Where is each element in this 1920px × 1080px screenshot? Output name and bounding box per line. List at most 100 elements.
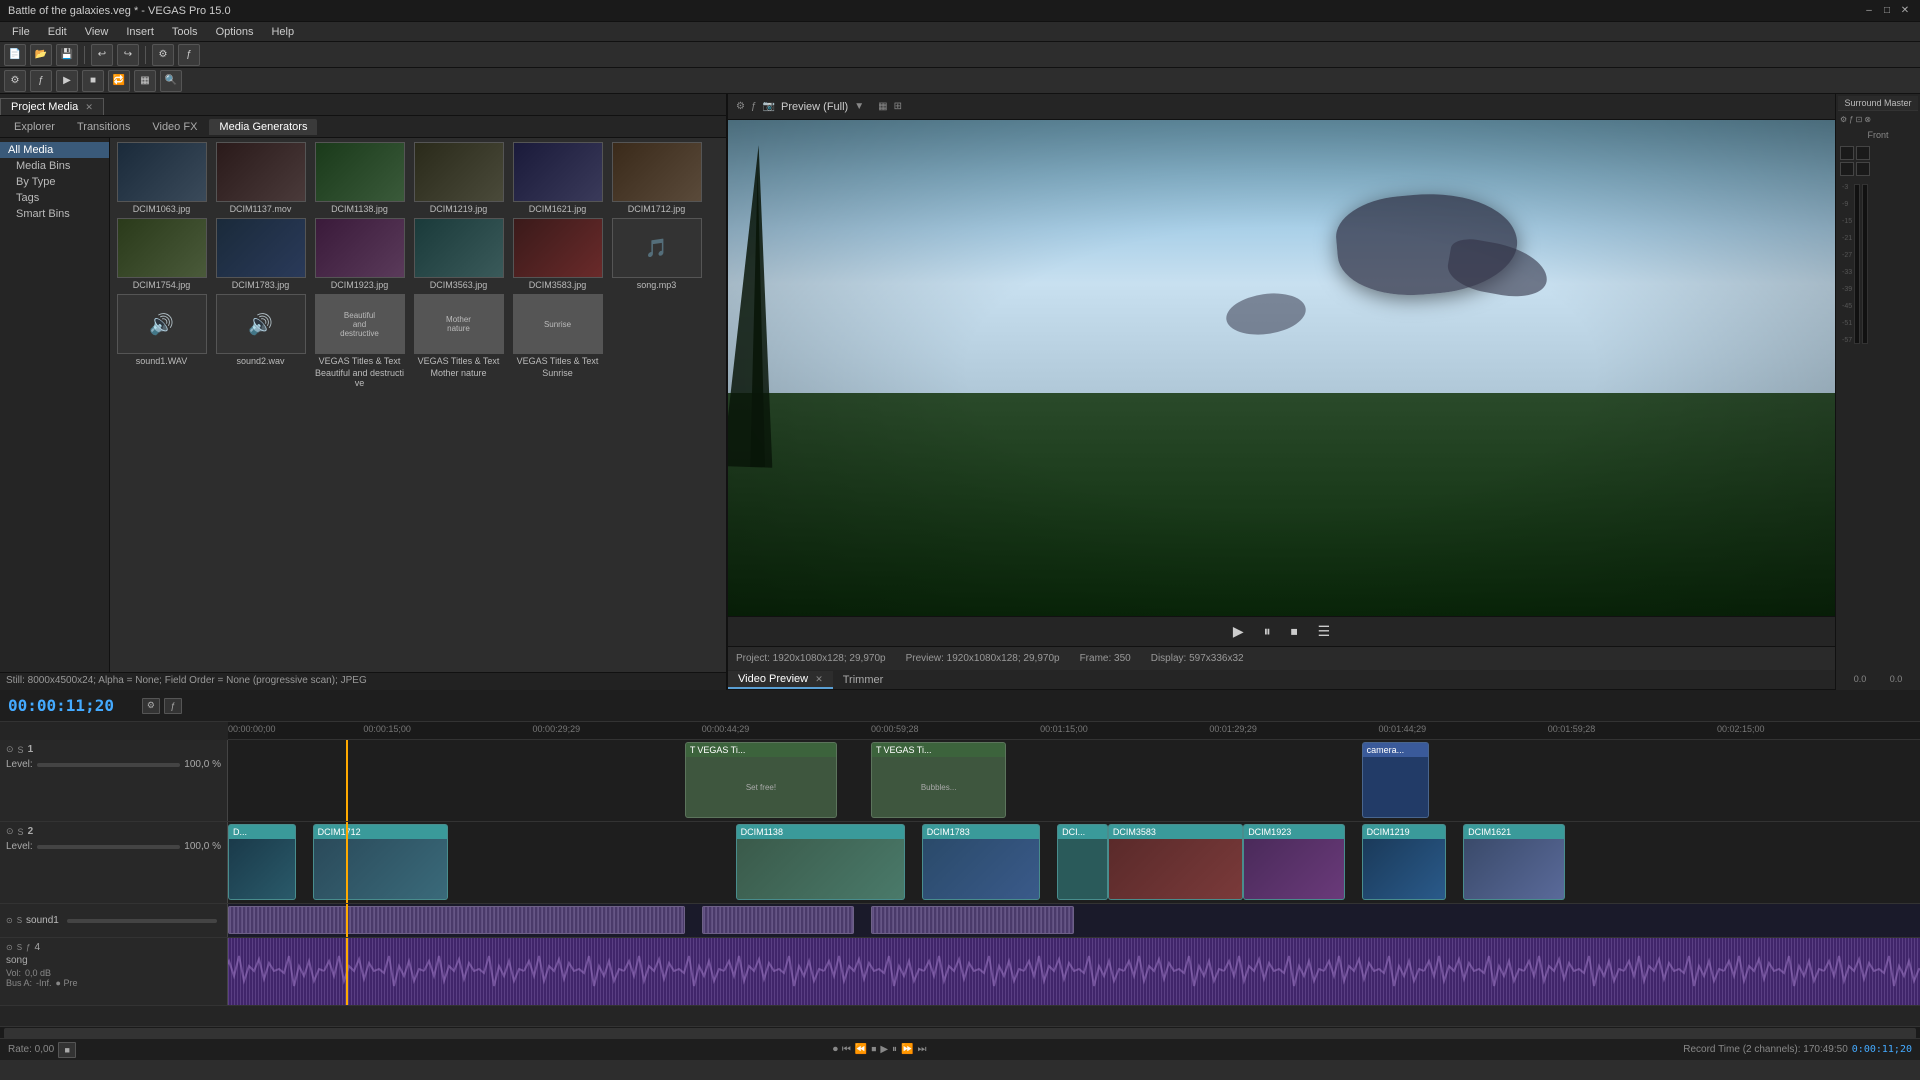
song-solo-icon[interactable]: S: [17, 943, 22, 952]
save-button[interactable]: 💾: [56, 44, 78, 66]
tl-settings[interactable]: ⚙: [142, 698, 160, 714]
preview-fx-icon[interactable]: ƒ: [751, 101, 757, 112]
tree-all-media[interactable]: All Media: [0, 142, 109, 158]
preview-tab-close[interactable]: ✕: [815, 674, 823, 684]
transport-rw[interactable]: ⏪: [855, 1044, 867, 1055]
restore-button[interactable]: □: [1880, 4, 1894, 18]
new-button[interactable]: 📄: [4, 44, 26, 66]
tb2-grid[interactable]: ▦: [134, 70, 156, 92]
tree-smart-bins[interactable]: Smart Bins: [0, 206, 109, 222]
play-button[interactable]: ▶: [1227, 621, 1250, 642]
tree-tags[interactable]: Tags: [0, 190, 109, 206]
transport-next[interactable]: ⏭: [918, 1044, 927, 1055]
media-item[interactable]: DCIM3563.jpg: [411, 218, 506, 290]
clip-text-1[interactable]: T VEGAS Ti... Set free!: [685, 742, 837, 818]
close-button[interactable]: ✕: [1898, 4, 1912, 18]
tab-video-fx[interactable]: Video FX: [142, 119, 207, 135]
song-mute-icon[interactable]: ⊙: [6, 943, 13, 952]
media-item[interactable]: DCIM1219.jpg: [411, 142, 506, 214]
preview-dropdown-icon[interactable]: ▼: [854, 101, 864, 112]
menu-help[interactable]: Help: [263, 24, 302, 40]
undo-button[interactable]: ↩: [91, 44, 113, 66]
tab-close-icon[interactable]: ✕: [85, 102, 93, 112]
media-item[interactable]: DCIM1063.jpg: [114, 142, 209, 214]
clip-dcim1621[interactable]: DCIM1621: [1463, 824, 1565, 900]
track-1-solo[interactable]: S: [18, 745, 24, 755]
transport-play[interactable]: ▶: [880, 1044, 888, 1055]
audio-solo-icon[interactable]: S: [17, 916, 22, 925]
media-item[interactable]: DCIM1712.jpg: [609, 142, 704, 214]
track-2-solo[interactable]: S: [18, 827, 24, 837]
audio-clip-1[interactable]: [228, 906, 685, 934]
transport-record[interactable]: ⏺: [833, 1044, 838, 1055]
media-item[interactable]: 🎵 song.mp3: [609, 218, 704, 290]
clip-dcim-d[interactable]: D...: [228, 824, 296, 900]
level-slider[interactable]: [37, 763, 181, 767]
gear-icon[interactable]: ⚙: [1840, 115, 1847, 124]
tb2-settings[interactable]: ⚙: [4, 70, 26, 92]
menu-tools[interactable]: Tools: [164, 24, 206, 40]
properties-button[interactable]: ƒ: [178, 44, 200, 66]
media-item-text-template[interactable]: Sunrise VEGAS Titles & Text Sunrise: [510, 294, 605, 388]
media-item[interactable]: DCIM1754.jpg: [114, 218, 209, 290]
menu-insert[interactable]: Insert: [118, 24, 162, 40]
tab-media-generators[interactable]: Media Generators: [209, 119, 317, 135]
song-fx-icon[interactable]: ƒ: [26, 943, 30, 952]
timeline-scrollbar[interactable]: [0, 1026, 1920, 1038]
surround-settings-icon[interactable]: ⊡: [1856, 115, 1863, 124]
media-item[interactable]: 🔊 sound1.WAV: [114, 294, 209, 388]
clip-blue-1[interactable]: camera...: [1362, 742, 1430, 818]
clip-text-2[interactable]: T VEGAS Ti... Bubbles...: [871, 742, 1006, 818]
transport-prev[interactable]: ⏮: [842, 1044, 851, 1055]
preview-grid-icon[interactable]: ▦: [878, 101, 887, 112]
track-2-mute[interactable]: ⊙: [6, 826, 14, 837]
menu-view[interactable]: View: [77, 24, 117, 40]
tab-explorer[interactable]: Explorer: [4, 119, 65, 135]
media-item[interactable]: DCIM1923.jpg: [312, 218, 407, 290]
menu-edit[interactable]: Edit: [40, 24, 75, 40]
tb2-loop[interactable]: 🔁: [108, 70, 130, 92]
transport-pause[interactable]: ⏸: [892, 1044, 897, 1055]
media-item[interactable]: DCIM1621.jpg: [510, 142, 605, 214]
pause-button[interactable]: ⏸: [1258, 621, 1277, 642]
level-slider-2[interactable]: [37, 845, 181, 849]
media-item[interactable]: 🔊 sound2.wav: [213, 294, 308, 388]
tab-project-media[interactable]: Project Media ✕: [0, 98, 104, 115]
transport-ff[interactable]: ⏩: [901, 1044, 913, 1055]
audio-clip-2[interactable]: [702, 906, 854, 934]
tb2-play[interactable]: ▶: [56, 70, 78, 92]
tl-bottom-icon[interactable]: ■: [58, 1042, 76, 1058]
surround-mute-icon[interactable]: ⊗: [1864, 115, 1871, 124]
clip-dcim1712[interactable]: DCIM1712: [313, 824, 448, 900]
track-1-mute[interactable]: ⊙: [6, 744, 14, 755]
stop-button[interactable]: ⏹: [1285, 621, 1304, 642]
transport-stop[interactable]: ⏹: [871, 1044, 876, 1055]
clip-dcim1138[interactable]: DCIM1138: [736, 824, 905, 900]
tb2-fx[interactable]: ƒ: [30, 70, 52, 92]
minimize-button[interactable]: –: [1862, 4, 1876, 18]
tb2-stop[interactable]: ■: [82, 70, 104, 92]
tab-video-preview[interactable]: Video Preview ✕: [728, 671, 833, 689]
audio-level-slider[interactable]: [67, 919, 217, 923]
open-button[interactable]: 📂: [30, 44, 52, 66]
settings-button[interactable]: ⚙: [152, 44, 174, 66]
preview-cam-icon[interactable]: 📷: [763, 101, 775, 112]
tab-trimmer[interactable]: Trimmer: [833, 672, 894, 688]
clip-dci[interactable]: DCI...: [1057, 824, 1108, 900]
tab-transitions[interactable]: Transitions: [67, 119, 140, 135]
tl-fx[interactable]: ƒ: [164, 698, 182, 714]
clip-dcim1783[interactable]: DCIM1783: [922, 824, 1040, 900]
media-item-text-template[interactable]: Mothernature VEGAS Titles & Text Mother …: [411, 294, 506, 388]
clip-dcim1923[interactable]: DCIM1923: [1243, 824, 1345, 900]
clip-dcim1219[interactable]: DCIM1219: [1362, 824, 1447, 900]
clip-dcim3583[interactable]: DCIM3583: [1108, 824, 1243, 900]
redo-button[interactable]: ↪: [117, 44, 139, 66]
preview-fit-icon[interactable]: ⊞: [894, 101, 902, 112]
media-item-text-template[interactable]: Beautifulanddestructive VEGAS Titles & T…: [312, 294, 407, 388]
audio-mute-icon[interactable]: ⊙: [6, 916, 13, 925]
preview-label[interactable]: Preview (Full): [781, 101, 848, 113]
menu-options[interactable]: Options: [208, 24, 262, 40]
loop-button[interactable]: ☰: [1312, 621, 1337, 642]
media-item[interactable]: DCIM1138.jpg: [312, 142, 407, 214]
media-item[interactable]: DCIM1783.jpg: [213, 218, 308, 290]
